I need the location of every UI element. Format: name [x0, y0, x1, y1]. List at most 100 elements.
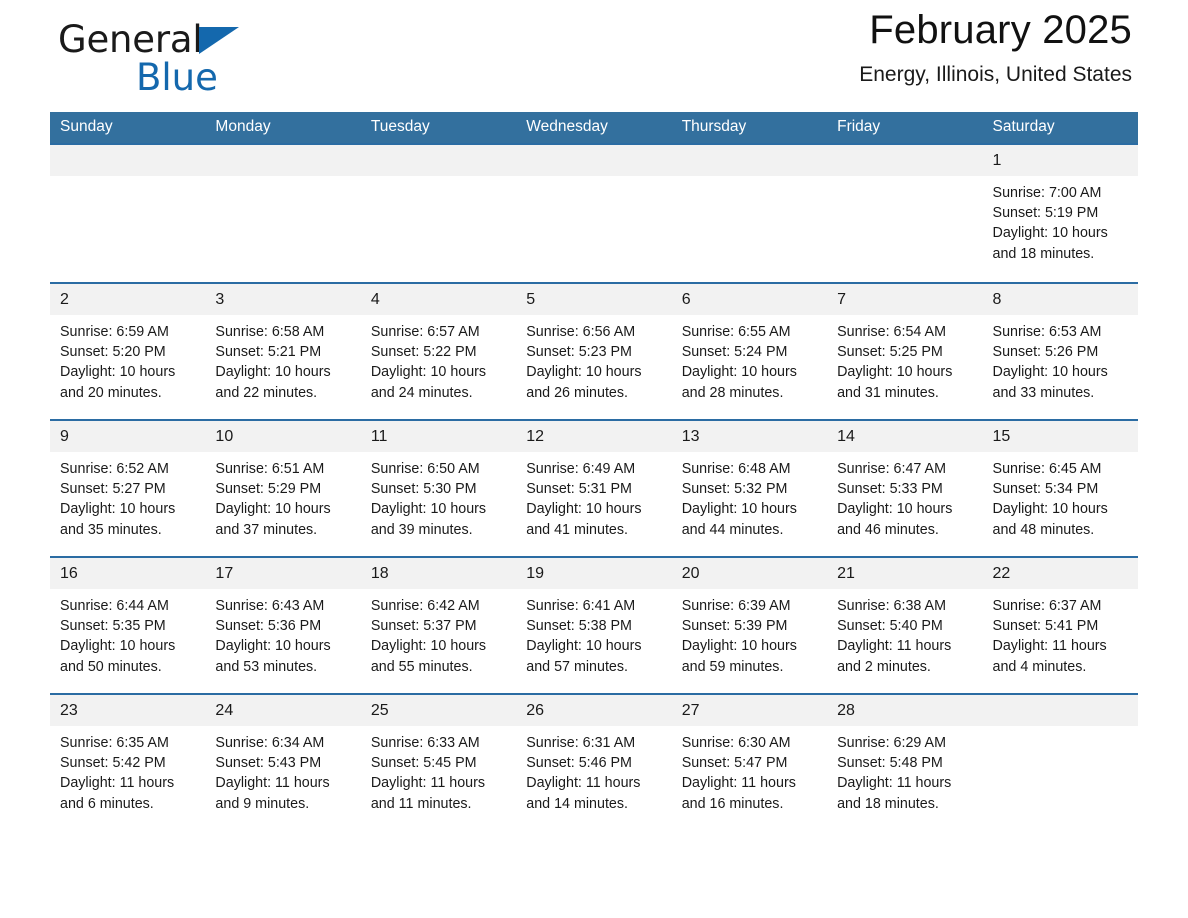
day-details [827, 176, 982, 183]
week-row: 16 Sunrise: 6:44 AM Sunset: 5:35 PM Dayli… [50, 556, 1138, 694]
day-details: Sunrise: 6:53 AM Sunset: 5:26 PM Dayligh… [992, 324, 1108, 401]
day-cell[interactable]: 21 Sunrise: 6:38 AM Sunset: 5:40 PM Dayli… [827, 556, 983, 694]
day-number: 25 [360, 695, 517, 726]
day-cell[interactable]: 17 Sunrise: 6:43 AM Sunset: 5:36 PM Dayli… [205, 556, 361, 694]
day-cell[interactable]: 3 Sunrise: 6:58 AM Sunset: 5:21 PM Daylig… [205, 282, 361, 420]
day-cell[interactable]: 28 Sunrise: 6:29 AM Sunset: 5:48 PM Dayli… [827, 693, 983, 830]
day-cell[interactable]: 9 Sunrise: 6:52 AM Sunset: 5:27 PM Daylig… [50, 419, 206, 557]
day-cell[interactable]: 8 Sunrise: 6:53 AM Sunset: 5:26 PM Daylig… [982, 282, 1138, 420]
day-number [982, 695, 1138, 726]
day-number: 7 [827, 284, 983, 315]
day-details: Sunrise: 6:58 AM Sunset: 5:21 PM Dayligh… [215, 324, 331, 401]
day-details: Sunrise: 7:00 AM Sunset: 5:19 PM Dayligh… [992, 185, 1108, 262]
day-number: 6 [671, 284, 828, 315]
day-cell[interactable]: 18 Sunrise: 6:42 AM Sunset: 5:37 PM Dayli… [360, 556, 517, 694]
day-cell[interactable] [50, 143, 206, 283]
day-number: 19 [516, 558, 672, 589]
day-number: 26 [516, 695, 672, 726]
day-number: 23 [50, 695, 206, 726]
day-number: 4 [360, 284, 517, 315]
day-cell[interactable]: 26 Sunrise: 6:31 AM Sunset: 5:46 PM Dayli… [516, 693, 672, 830]
logo-triangle-icon [199, 27, 240, 54]
day-cell[interactable]: 1 Sunrise: 7:00 AM Sunset: 5:19 PM Daylig… [982, 143, 1138, 283]
day-details: Sunrise: 6:29 AM Sunset: 5:48 PM Dayligh… [837, 735, 952, 812]
calendar-body: 1 Sunrise: 7:00 AM Sunset: 5:19 PM Daylig… [50, 143, 1138, 830]
day-details: Sunrise: 6:30 AM Sunset: 5:47 PM Dayligh… [681, 735, 796, 812]
weekday-friday: Friday [827, 112, 983, 144]
day-number [671, 145, 828, 176]
day-number: 28 [827, 695, 983, 726]
day-number: 20 [671, 558, 828, 589]
day-cell[interactable]: 2 Sunrise: 6:59 AM Sunset: 5:20 PM Daylig… [50, 282, 206, 420]
day-cell[interactable]: 12 Sunrise: 6:49 AM Sunset: 5:31 PM Dayli… [516, 419, 672, 557]
weekday-header-row: Sunday Monday Tuesday Wednesday Thursday… [50, 112, 1138, 144]
day-number: 18 [360, 558, 517, 589]
day-number: 9 [50, 421, 206, 452]
day-details: Sunrise: 6:39 AM Sunset: 5:39 PM Dayligh… [681, 598, 797, 675]
logo-text-general: General [58, 18, 203, 61]
day-details: Sunrise: 6:57 AM Sunset: 5:22 PM Dayligh… [370, 324, 487, 401]
day-details: Sunrise: 6:37 AM Sunset: 5:41 PM Dayligh… [992, 598, 1107, 675]
day-number: 16 [50, 558, 206, 589]
day-cell[interactable]: 11 Sunrise: 6:50 AM Sunset: 5:30 PM Dayli… [360, 419, 517, 557]
day-number [516, 145, 672, 176]
day-details [205, 176, 360, 183]
title-block: February 2025 Energy, Illinois, United S… [859, 4, 1132, 88]
day-cell[interactable]: 20 Sunrise: 6:39 AM Sunset: 5:39 PM Dayli… [671, 556, 828, 694]
day-details [672, 176, 827, 183]
day-number: 5 [516, 284, 672, 315]
day-cell[interactable] [360, 143, 517, 283]
day-details: Sunrise: 6:42 AM Sunset: 5:37 PM Dayligh… [370, 598, 487, 675]
month-calendar: Sunday Monday Tuesday Wednesday Thursday… [50, 112, 1138, 830]
day-cell[interactable]: 5 Sunrise: 6:56 AM Sunset: 5:23 PM Daylig… [516, 282, 672, 420]
day-cell[interactable]: 27 Sunrise: 6:30 AM Sunset: 5:47 PM Dayli… [671, 693, 828, 830]
day-cell[interactable]: 25 Sunrise: 6:33 AM Sunset: 5:45 PM Dayli… [360, 693, 517, 830]
day-cell[interactable]: 4 Sunrise: 6:57 AM Sunset: 5:22 PM Daylig… [360, 282, 517, 420]
week-row: 1 Sunrise: 7:00 AM Sunset: 5:19 PM Daylig… [50, 143, 1138, 283]
week-row: 9 Sunrise: 6:52 AM Sunset: 5:27 PM Daylig… [50, 419, 1138, 557]
weekday-wednesday: Wednesday [516, 112, 672, 144]
day-details: Sunrise: 6:52 AM Sunset: 5:27 PM Dayligh… [60, 461, 176, 538]
day-number: 22 [982, 558, 1138, 589]
day-details [983, 726, 1138, 733]
day-cell[interactable]: 16 Sunrise: 6:44 AM Sunset: 5:35 PM Dayli… [50, 556, 206, 694]
weekday-tuesday: Tuesday [360, 112, 517, 144]
page-title: February 2025 [869, 8, 1132, 52]
day-cell[interactable] [671, 143, 828, 283]
weekday-sunday: Sunday [50, 112, 206, 144]
day-cell[interactable]: 24 Sunrise: 6:34 AM Sunset: 5:43 PM Dayli… [205, 693, 361, 830]
day-details: Sunrise: 6:51 AM Sunset: 5:29 PM Dayligh… [215, 461, 331, 538]
day-details: Sunrise: 6:47 AM Sunset: 5:33 PM Dayligh… [837, 461, 953, 538]
day-number: 10 [205, 421, 361, 452]
day-number [827, 145, 983, 176]
weekday-saturday: Saturday [982, 112, 1138, 144]
day-cell[interactable] [205, 143, 361, 283]
day-cell[interactable]: 23 Sunrise: 6:35 AM Sunset: 5:42 PM Dayli… [50, 693, 206, 830]
day-number: 17 [205, 558, 361, 589]
day-cell[interactable]: 7 Sunrise: 6:54 AM Sunset: 5:25 PM Daylig… [827, 282, 983, 420]
day-cell[interactable]: 19 Sunrise: 6:41 AM Sunset: 5:38 PM Dayli… [516, 556, 672, 694]
day-cell[interactable] [516, 143, 672, 283]
day-number: 24 [205, 695, 361, 726]
day-number: 13 [671, 421, 828, 452]
day-number: 27 [671, 695, 828, 726]
day-cell[interactable]: 22 Sunrise: 6:37 AM Sunset: 5:41 PM Dayli… [982, 556, 1138, 694]
week-row: 23 Sunrise: 6:35 AM Sunset: 5:42 PM Dayli… [50, 693, 1138, 830]
week-row: 2 Sunrise: 6:59 AM Sunset: 5:20 PM Daylig… [50, 282, 1138, 420]
day-details: Sunrise: 6:45 AM Sunset: 5:34 PM Dayligh… [992, 461, 1108, 538]
day-details: Sunrise: 6:35 AM Sunset: 5:42 PM Dayligh… [60, 735, 175, 812]
day-number [205, 145, 361, 176]
day-details: Sunrise: 6:34 AM Sunset: 5:43 PM Dayligh… [215, 735, 330, 812]
day-details: Sunrise: 6:33 AM Sunset: 5:45 PM Dayligh… [370, 735, 486, 812]
day-details: Sunrise: 6:54 AM Sunset: 5:25 PM Dayligh… [837, 324, 953, 401]
day-cell[interactable]: 13 Sunrise: 6:48 AM Sunset: 5:32 PM Dayli… [671, 419, 828, 557]
day-number: 21 [827, 558, 983, 589]
day-cell[interactable]: 14 Sunrise: 6:47 AM Sunset: 5:33 PM Dayli… [827, 419, 983, 557]
day-cell[interactable] [982, 693, 1138, 830]
day-number: 2 [50, 284, 206, 315]
weekday-thursday: Thursday [671, 112, 828, 144]
day-cell[interactable]: 10 Sunrise: 6:51 AM Sunset: 5:29 PM Dayli… [205, 419, 361, 557]
day-cell[interactable]: 6 Sunrise: 6:55 AM Sunset: 5:24 PM Daylig… [671, 282, 828, 420]
day-cell[interactable] [827, 143, 983, 283]
day-cell[interactable]: 15 Sunrise: 6:45 AM Sunset: 5:34 PM Dayli… [982, 419, 1138, 557]
